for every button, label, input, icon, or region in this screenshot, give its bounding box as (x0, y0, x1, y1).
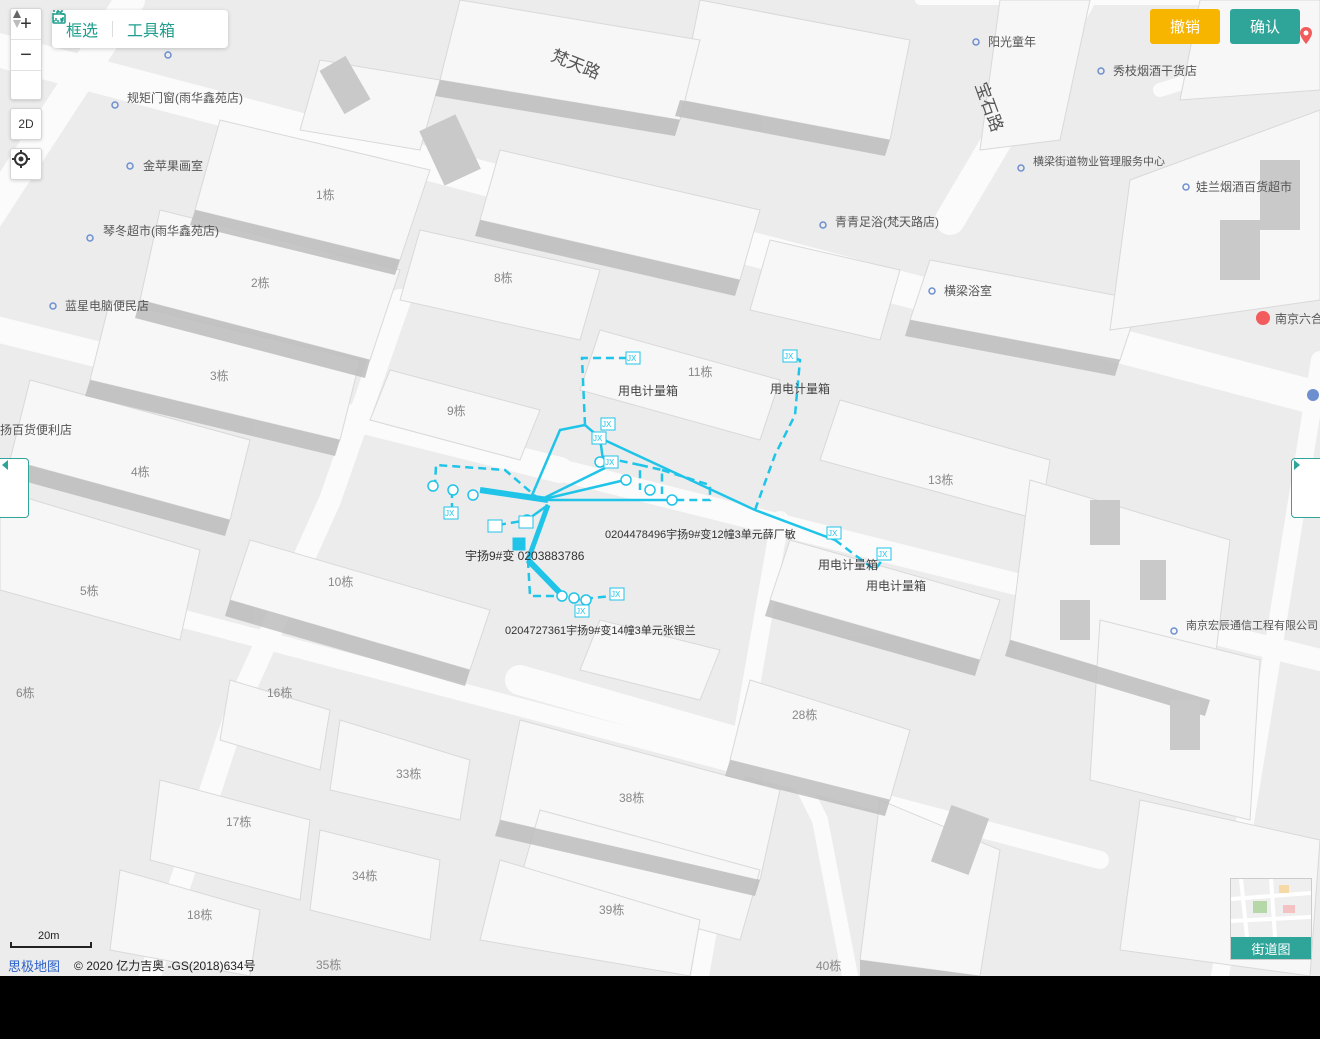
poi-label: 娃兰烟酒百货超市 (1196, 179, 1292, 194)
building-label: 33栋 (396, 766, 421, 781)
building-label: 3栋 (210, 368, 229, 383)
poi-label: 南京六合 (1275, 311, 1320, 326)
jx-tag: JX (445, 509, 455, 518)
poi-label: 规矩门窗(雨华鑫苑店) (127, 90, 243, 105)
jx-tag: JX (627, 354, 637, 363)
poi-label: 扬百货便利店 (0, 422, 72, 437)
jx-tag: JX (828, 529, 838, 538)
meter-box-label: 用电计量箱 (818, 557, 878, 572)
view-mode-button[interactable]: 2D (10, 108, 42, 140)
compass-icon (13, 10, 21, 28)
street-thumbnail (1231, 879, 1311, 937)
street-view-label: 街道图 (1231, 937, 1311, 959)
building-label: 11栋 (688, 364, 712, 379)
zoom-control: + − (10, 8, 42, 100)
locate-icon (12, 150, 30, 168)
toolbox-icon (52, 11, 66, 24)
zoom-out-button[interactable]: − (11, 39, 41, 70)
building-label: 5栋 (80, 583, 99, 598)
select-tool-label: 框选 (66, 23, 99, 40)
building-label: 8栋 (494, 270, 513, 285)
street-view-button[interactable]: 街道图 (1230, 878, 1312, 960)
building-label: 6栋 (16, 685, 35, 700)
building-label: 9栋 (447, 403, 466, 418)
locate-button[interactable] (10, 148, 42, 180)
building-label: 18栋 (187, 907, 212, 922)
confirm-button[interactable]: 确认 (1230, 9, 1300, 44)
meter-box-label: 用电计量箱 (770, 381, 830, 396)
location-pin-icon (1300, 27, 1312, 44)
building-label: 17栋 (226, 814, 251, 829)
copyright: 思极地图 © 2020 亿力吉奥 -GS(2018)634号 (8, 956, 256, 975)
building-label: 35栋 (316, 957, 341, 972)
jx-tag: JX (611, 590, 621, 599)
poi-label: 金苹果画室 (143, 158, 203, 173)
building-label: 1栋 (316, 187, 335, 202)
jx-tag: JX (605, 458, 615, 467)
transformer-label: 宇扬9#变 0203883786 (465, 548, 585, 563)
poi-label: 横梁浴室 (944, 283, 992, 298)
poi-label: 琴冬超市(雨华鑫苑店) (103, 223, 219, 238)
cancel-button[interactable]: 撤销 (1150, 9, 1220, 44)
building-label: 28栋 (792, 707, 817, 722)
jx-tag: JX (878, 550, 888, 559)
meter-box-label: 用电计量箱 (866, 578, 926, 593)
building-label: 38栋 (619, 790, 644, 805)
map-canvas[interactable]: 梵天路 宝石路 规矩门窗(雨华鑫苑店) 金苹果画室 琴冬超市(雨华鑫苑店) 蓝星… (0, 0, 1320, 976)
jx-tag: JX (784, 352, 794, 361)
copyright-text: © 2020 亿力吉奥 -GS(2018)634号 (74, 959, 256, 973)
map-base: 梵天路 宝石路 规矩门窗(雨华鑫苑店) 金苹果画室 琴冬超市(雨华鑫苑店) 蓝星… (0, 0, 1320, 976)
map-toolbar: 框选 工具箱 (52, 10, 228, 48)
map-brand-link[interactable]: 思极地图 (8, 956, 60, 975)
left-panel-toggle[interactable] (0, 458, 29, 518)
poi-label: 阳光童年 (988, 34, 1036, 49)
building-label: 2栋 (251, 275, 270, 290)
building-label: 40栋 (816, 958, 841, 973)
jx-tag: JX (593, 434, 603, 443)
building-label: 16栋 (267, 685, 292, 700)
scale-label: 20m (38, 930, 60, 942)
poi-label: 青青足浴(梵天路店) (835, 214, 939, 229)
poi-label: 秀枝烟酒干货店 (1113, 63, 1197, 78)
poi-label: 横梁街道物业管理服务中心 (1033, 154, 1165, 168)
customer-label: 0204478496宇扬9#变12幢3单元薛厂敏 (605, 527, 796, 541)
chevron-right-icon (1294, 460, 1300, 470)
poi-label: 南京宏辰通信工程有限公司 (1186, 618, 1318, 632)
jx-tag: JX (576, 607, 586, 616)
toolbox-label: 工具箱 (127, 23, 176, 40)
chevron-left-icon (2, 460, 8, 470)
building-label: 39栋 (599, 902, 624, 917)
right-panel-toggle[interactable] (1291, 458, 1320, 518)
meter-box-label: 用电计量箱 (618, 383, 678, 398)
poi-label: 蓝星电脑便民店 (65, 299, 149, 313)
building-label: 10栋 (328, 574, 353, 589)
customer-label: 0204727361宇扬9#变14幢3单元张银兰 (505, 623, 696, 637)
jx-tag: JX (602, 420, 612, 429)
building-label: 34栋 (352, 868, 377, 883)
compass-button[interactable] (11, 10, 41, 101)
building-label: 4栋 (131, 464, 150, 479)
toolbox-button[interactable]: 工具箱 (52, 11, 189, 41)
building-label: 13栋 (928, 472, 953, 487)
